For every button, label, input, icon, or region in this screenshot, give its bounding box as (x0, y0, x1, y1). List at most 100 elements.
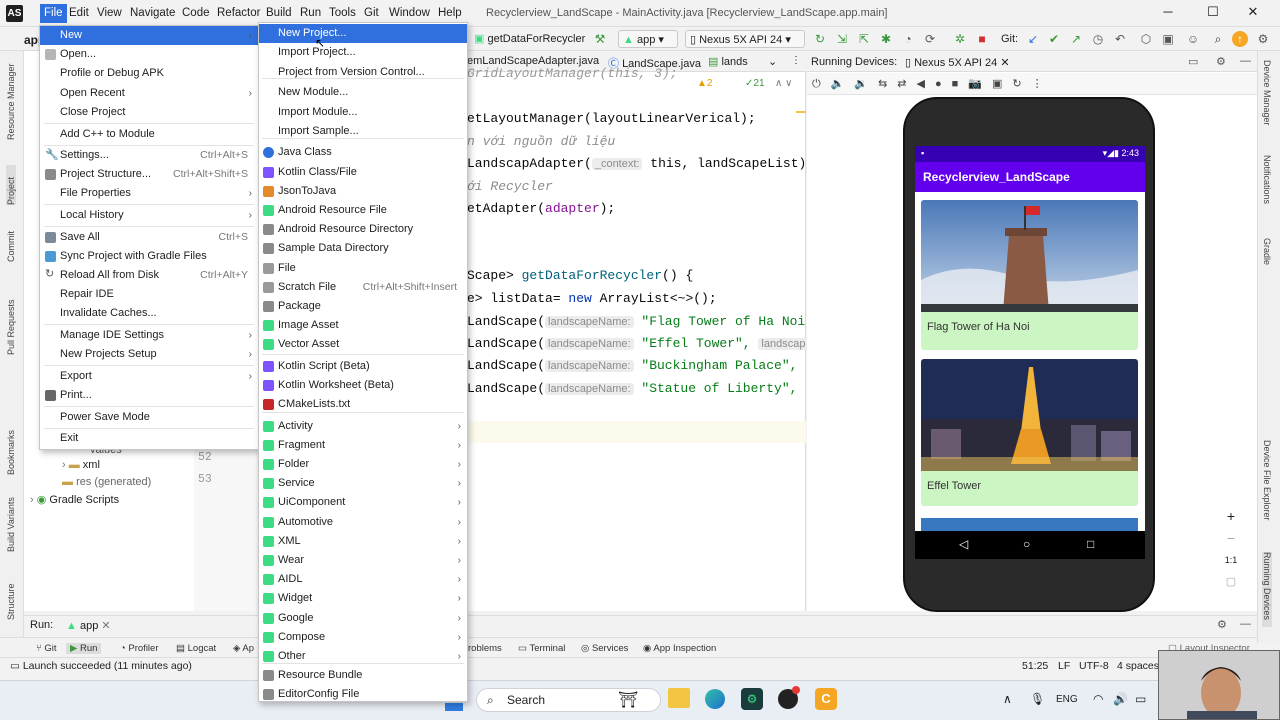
close-icon[interactable]: ✕ (101, 620, 110, 632)
debug-icon[interactable]: ✱ (878, 31, 894, 47)
new-menu-package[interactable]: Package (259, 297, 467, 316)
run-config-selector[interactable]: ▣ getDataForRecycler (470, 30, 589, 48)
caret-position[interactable]: 51:25 (1022, 660, 1048, 672)
file-menu-profile-apk[interactable]: Profile or Debug APK (40, 64, 258, 83)
settings-gear-icon[interactable]: ⚙ (1217, 618, 1227, 631)
file-encoding[interactable]: UTF-8 (1079, 660, 1109, 672)
menu-build[interactable]: Build (262, 4, 296, 23)
search-everywhere-icon[interactable]: ⌕ (1210, 31, 1226, 47)
tree-item-xml[interactable]: › ▬ xml (62, 459, 100, 471)
new-menu-vector-asset[interactable]: Vector Asset (259, 335, 467, 354)
new-menu-new-module[interactable]: New Module... (259, 83, 467, 102)
history-icon[interactable]: ◷ (1090, 31, 1106, 47)
zoom-out-button[interactable]: − (1221, 530, 1241, 550)
new-menu-activity[interactable]: Activity › (259, 417, 467, 436)
landscape-card[interactable]: Effel Tower (921, 359, 1138, 506)
hammer-icon[interactable]: ⚒ (592, 31, 608, 47)
maximize-button[interactable]: ☐ (1198, 4, 1228, 23)
new-menu-new-project[interactable]: New Project... (259, 24, 467, 43)
layout-icon[interactable]: ▭ (1188, 55, 1198, 68)
commit-tab[interactable]: Commit (6, 222, 16, 262)
file-menu-export[interactable]: Export › (40, 367, 258, 386)
update-icon[interactable]: ↑ (1232, 31, 1248, 47)
bookmarks-tab[interactable]: Bookmarks (6, 420, 16, 475)
status-message[interactable]: ▭ Launch succeeded (11 minutes ago) (10, 660, 192, 672)
coverage-icon[interactable]: ⟳ (922, 31, 938, 47)
running-devices-tab[interactable]: Running Devices (1262, 552, 1272, 627)
tab-profiler[interactable]: ◔ Profiler (120, 643, 158, 654)
file-explorer-icon[interactable] (668, 688, 690, 708)
new-menu-project-from-version-control[interactable]: Project from Version Control... (259, 63, 467, 82)
tree-item-gradle-scripts[interactable]: › ◉ Gradle Scripts (30, 493, 119, 506)
line-separator[interactable]: LF (1058, 660, 1070, 672)
device-file-explorer-tab[interactable]: Device File Explorer (1262, 440, 1272, 540)
module-selector[interactable]: ▲ app ▾ (618, 30, 678, 48)
tab-run[interactable]: ▶ Run (66, 643, 102, 654)
new-menu-scratch-file[interactable]: Scratch File Ctrl+Alt+Shift+Insert (259, 278, 467, 297)
close-button[interactable]: ✕ (1238, 4, 1268, 23)
new-menu-aidl[interactable]: AIDL › (259, 570, 467, 589)
volume-icon[interactable]: 🔊 (1113, 692, 1128, 706)
chevron-up-icon[interactable]: ∧ (1003, 692, 1012, 706)
new-menu-compose[interactable]: Compose › (259, 628, 467, 647)
file-menu-save-all[interactable]: Save All Ctrl+S (40, 228, 258, 247)
minimize-button[interactable]: ─ (1153, 4, 1183, 23)
settings-gear-icon[interactable]: ⚙ (1216, 55, 1226, 68)
landscape-card[interactable]: Flag Tower of Ha Noi (921, 200, 1138, 350)
landscape-card-partial[interactable] (921, 518, 1138, 531)
file-menu-add-cpp[interactable]: Add C++ to Module (40, 125, 258, 144)
tree-item-res-generated[interactable]: ▬ res (generated) (62, 476, 151, 488)
new-menu-widget[interactable]: Widget › (259, 589, 467, 608)
new-menu-service[interactable]: Service › (259, 474, 467, 493)
recents-icon[interactable]: □ (1087, 537, 1094, 551)
menu-help[interactable]: Help (434, 4, 466, 23)
git-push-icon[interactable]: ↗ (1068, 31, 1084, 47)
new-menu-sample-data-directory[interactable]: Sample Data Directory (259, 239, 467, 258)
device-manager-icon[interactable]: ▣ (1160, 31, 1176, 47)
file-menu-settings[interactable]: 🔧 Settings... Ctrl+Alt+S (40, 146, 258, 165)
menu-navigate[interactable]: Navigate (126, 4, 179, 23)
file-menu-print[interactable]: Print... (40, 386, 258, 405)
resource-manager-tab[interactable]: Resource Manager (6, 60, 16, 140)
menu-window[interactable]: Window (385, 4, 434, 23)
attach-debugger-icon[interactable]: ✲ (952, 31, 968, 47)
tab-app-quality[interactable]: ◈ Ap (233, 643, 254, 654)
recorder-icon[interactable] (778, 686, 800, 709)
new-menu-jsontojava[interactable]: JsonToJava (259, 182, 467, 201)
device-manager-tab[interactable]: Device Manager (1262, 60, 1272, 135)
build-variants-tab[interactable]: Build Variants (6, 492, 16, 552)
gradle-tab[interactable]: Gradle (1262, 238, 1272, 278)
tab-logcat[interactable]: ▤ Logcat (176, 643, 216, 654)
menu-tools[interactable]: Tools (325, 4, 360, 23)
language-indicator[interactable]: ENG (1056, 694, 1078, 705)
tabs-dropdown-icon[interactable]: ⌄ (768, 55, 777, 68)
git-update-icon[interactable]: ↙ (1025, 31, 1041, 47)
new-menu-import-module[interactable]: Import Module... (259, 103, 467, 122)
file-menu-reload[interactable]: ↻ Reload All from Disk Ctrl+Alt+Y (40, 266, 258, 285)
minimize-panel-icon[interactable]: — (1240, 618, 1251, 630)
zoom-fit-icon[interactable]: ▢ (1221, 575, 1241, 588)
android-studio-taskbar-icon[interactable]: ⚙ (741, 688, 763, 710)
inspection-toggle-icon[interactable]: ∧ ∨ (775, 78, 792, 89)
file-menu-power-save[interactable]: Power Save Mode (40, 408, 258, 427)
file-menu-project-structure[interactable]: Project Structure... Ctrl+Alt+Shift+S (40, 165, 258, 184)
sdk-manager-icon[interactable]: ⬡ (1138, 31, 1154, 47)
file-menu-local-history[interactable]: Local History › (40, 206, 258, 225)
new-menu-android-resource-directory[interactable]: Android Resource Directory (259, 220, 467, 239)
checks-count[interactable]: ✓21 (745, 78, 765, 89)
zoom-actual-button[interactable]: 1:1 (1221, 555, 1241, 565)
device-tab[interactable]: ▯ Nexus 5X API 24 ✕ (905, 56, 1010, 69)
new-menu-resource-bundle[interactable]: Resource Bundle (259, 666, 467, 685)
new-menu-kotlin-script-beta[interactable]: Kotlin Script (Beta) (259, 357, 467, 376)
file-menu-repair-ide[interactable]: Repair IDE (40, 285, 258, 304)
menu-view[interactable]: View (93, 4, 126, 23)
tabs-more-icon[interactable]: ⋮ (791, 55, 801, 66)
new-menu-java-class[interactable]: Java Class (259, 143, 467, 162)
zoom-in-button[interactable]: + (1221, 508, 1241, 528)
file-menu-new[interactable]: New › (40, 26, 258, 45)
pull-requests-tab[interactable]: Pull Requests (6, 285, 16, 355)
microphone-icon[interactable]: 🎙 (1030, 692, 1045, 706)
run-config-tab[interactable]: ▲ app ✕ (66, 619, 111, 632)
new-menu-folder[interactable]: Folder › (259, 455, 467, 474)
battery-icon[interactable]: ▭ (1135, 692, 1146, 706)
